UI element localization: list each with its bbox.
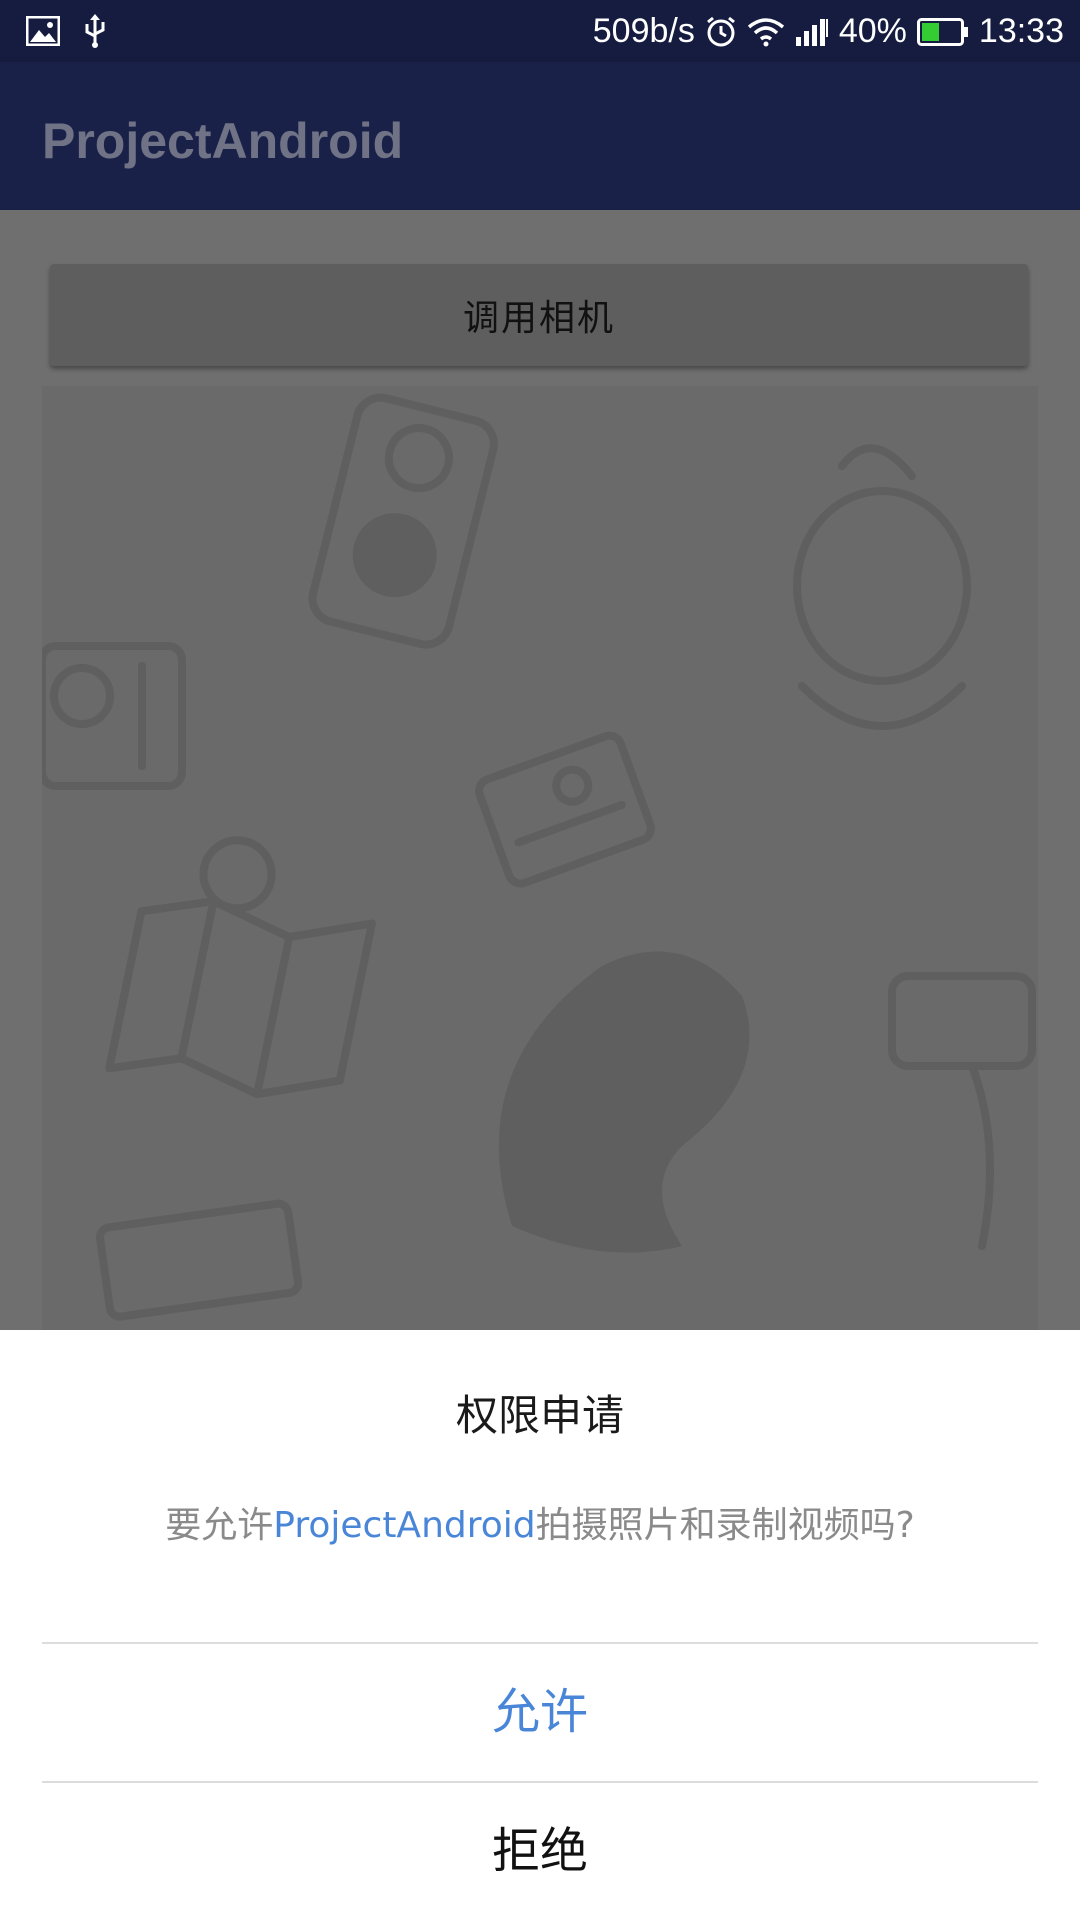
- dialog-message: 要允许ProjectAndroid拍摄照片和录制视频吗?: [0, 1496, 1080, 1548]
- message-prefix: 要允许: [165, 1505, 274, 1546]
- alarm-icon: [705, 16, 737, 48]
- allow-button[interactable]: 允许: [42, 1644, 1038, 1781]
- usb-icon: [82, 14, 108, 48]
- clock: 13:33: [978, 12, 1064, 50]
- deny-button[interactable]: 拒绝: [42, 1783, 1038, 1920]
- camera-button[interactable]: 调用相机: [50, 264, 1028, 366]
- app-bar: ProjectAndroid: [0, 62, 1080, 210]
- status-bar: 509b/s 40% 13:33: [0, 0, 1080, 62]
- net-speed: 509b/s: [592, 12, 695, 50]
- app-title: ProjectAndroid: [42, 113, 404, 169]
- main-content: 调用相机: [0, 210, 1080, 1330]
- message-app-name: ProjectAndroid: [273, 1505, 536, 1546]
- message-suffix: 拍摄照片和录制视频吗?: [535, 1505, 915, 1546]
- wifi-icon: [747, 17, 785, 47]
- battery-percent: 40%: [838, 12, 907, 50]
- signal-icon: [795, 17, 829, 47]
- battery-icon: [916, 17, 969, 46]
- dialog-title: 权限申请: [455, 1391, 624, 1440]
- image-icon: [26, 16, 60, 46]
- permission-dialog: 权限申请 要允许ProjectAndroid拍摄照片和录制视频吗? 允许 拒绝: [0, 1330, 1080, 1920]
- background-illustration: [38, 386, 1038, 1330]
